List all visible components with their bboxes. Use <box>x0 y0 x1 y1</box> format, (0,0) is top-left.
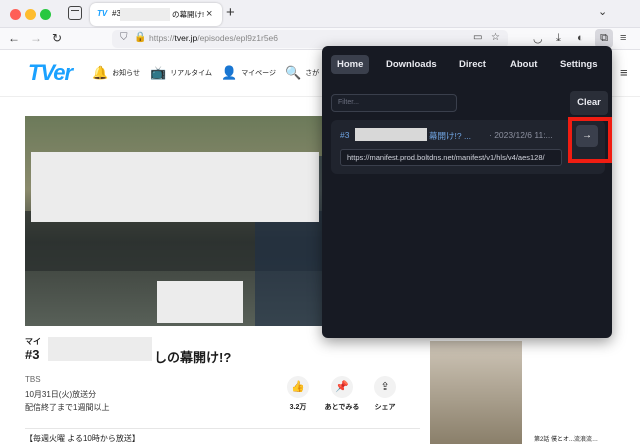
divider <box>25 428 420 429</box>
thumbs-up-icon: 👍 <box>287 376 309 398</box>
media-url-field[interactable]: https://manifest.prod.boltdns.net/manife… <box>340 149 562 166</box>
nav-label: さが <box>305 70 320 77</box>
redacted-overlay <box>31 152 319 222</box>
tver-favicon-icon: TV <box>97 9 108 18</box>
redacted-tab-title <box>120 8 170 21</box>
popup-tab-downloads[interactable]: Downloads <box>380 55 443 74</box>
share-label: シェア <box>374 404 396 411</box>
related-caption[interactable]: 第2話 僕とオ...流浪流… <box>534 434 598 443</box>
chevron-down-icon[interactable]: ⌄ <box>598 5 607 18</box>
nav-search[interactable]: 🔍 さが <box>285 65 319 81</box>
lock-icon[interactable]: 🔒 <box>134 32 146 43</box>
expiry-text: 配信終了まで1週間以上 <box>25 403 110 412</box>
browser-tab[interactable]: TV #3 の幕開け! × <box>90 3 222 26</box>
nav-notifications[interactable]: 🔔 お知らせ <box>92 65 140 81</box>
shield-account-icon[interactable]: ◐ <box>577 32 584 44</box>
search-icon: 🔍 <box>285 65 302 80</box>
broadcaster[interactable]: TBS <box>25 375 41 384</box>
tab-title-tail: の幕開け! <box>172 10 205 19</box>
popup-tab-direct[interactable]: Direct <box>453 55 492 74</box>
redacted-title <box>355 128 427 141</box>
nav-label: リアルタイム <box>170 70 212 77</box>
media-title-prefix: #3 <box>340 130 350 140</box>
back-button[interactable]: ← <box>8 31 20 45</box>
nav-mypage[interactable]: 👤 マイページ <box>221 65 276 81</box>
popup-tab-home[interactable]: Home <box>331 55 370 74</box>
shield-icon[interactable]: ⛉ <box>120 32 128 43</box>
tab-manager-icon[interactable] <box>68 6 82 20</box>
like-count: 3.2万 <box>289 404 307 411</box>
series-prefix: マイ <box>25 337 41 346</box>
reader-mode-icon[interactable]: ▭ <box>473 32 482 43</box>
nav-label: お知らせ <box>112 70 141 77</box>
air-date: 10月31日(火)放送分 <box>25 390 97 399</box>
filter-input[interactable]: Filter... <box>331 94 457 112</box>
schedule-text: 【毎週火曜 よる10時から放送】 <box>25 434 140 443</box>
share-button[interactable]: ⇪ シェア <box>365 376 405 412</box>
tv-icon: 📺 <box>150 65 167 80</box>
popup-tab-settings[interactable]: Settings <box>554 55 603 74</box>
reload-button[interactable]: ↻ <box>52 31 62 45</box>
media-item[interactable]: #3 幕開け!? ... · 2023/12/6 11:... https://… <box>331 120 605 174</box>
pin-icon: 📌 <box>331 376 353 398</box>
menu-icon[interactable]: ≡ <box>620 32 626 44</box>
person-icon: 👤 <box>221 65 238 80</box>
pocket-icon[interactable]: ◡ <box>533 32 543 45</box>
related-panel: 第2話 僕とオ...流浪流… <box>430 341 640 444</box>
share-icon: ⇪ <box>374 376 396 398</box>
related-thumbnail[interactable] <box>430 341 522 444</box>
clear-button[interactable]: Clear <box>570 91 608 115</box>
watch-later-button[interactable]: 📌 あとでみる <box>322 376 362 412</box>
new-tab-button[interactable]: + <box>226 4 235 21</box>
download-icon[interactable]: ⤓ <box>556 32 561 45</box>
bookmark-star-icon[interactable]: ☆ <box>491 32 500 43</box>
tver-logo[interactable]: TVer <box>28 60 73 86</box>
hamburger-icon[interactable]: ≡ <box>620 65 628 80</box>
zoom-window-button[interactable] <box>40 9 51 20</box>
like-button[interactable]: 👍 3.2万 <box>278 376 318 412</box>
close-window-button[interactable] <box>10 9 21 20</box>
redacted-title <box>48 337 152 361</box>
minimize-window-button[interactable] <box>25 9 36 20</box>
episode-title-suffix: しの幕開け!? <box>154 350 232 365</box>
watch-later-label: あとでみる <box>324 404 360 411</box>
extension-popup: Home Downloads Direct About Settings Fil… <box>322 46 612 338</box>
tab-bar: TV #3 の幕開け! × + ⌄ <box>0 0 640 28</box>
tab-close-icon[interactable]: × <box>206 8 212 20</box>
popup-tab-about[interactable]: About <box>504 55 543 74</box>
url-text[interactable]: https://tver.jp/episodes/epl9z1r5e6 <box>149 33 278 43</box>
episode-title-prefix: #3 <box>25 347 40 362</box>
bell-icon: 🔔 <box>92 65 109 80</box>
forward-button[interactable]: → <box>30 31 42 45</box>
nav-realtime[interactable]: 📺 リアルタイム <box>150 65 212 81</box>
nav-label: マイページ <box>241 70 277 77</box>
redacted-overlay <box>157 281 243 323</box>
highlight-annotation <box>568 117 612 163</box>
media-date: · 2023/12/6 11:... <box>489 130 553 140</box>
media-title-suffix: 幕開け!? ... <box>429 131 472 141</box>
